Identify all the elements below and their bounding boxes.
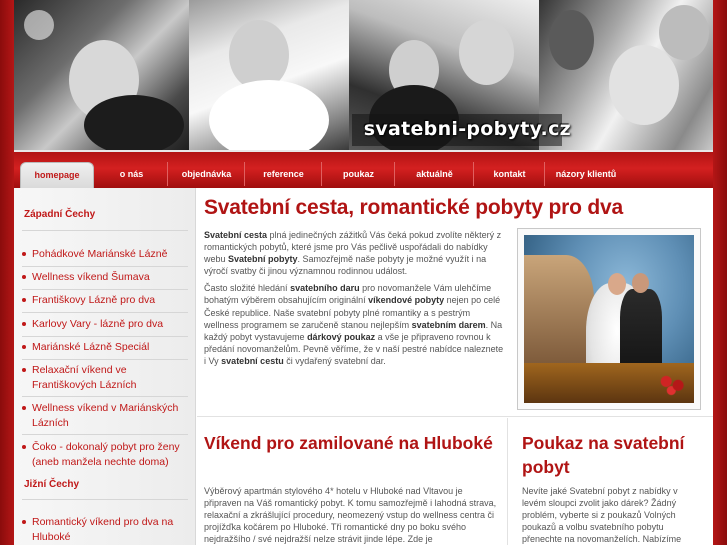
sidebar-item-frantiskovy-lazne[interactable]: Františkovy Lázně pro dva [22, 293, 188, 308]
divider [197, 416, 713, 417]
main-nav: homepage o nás objednávka reference pouk… [14, 150, 713, 190]
sidebar-heading-west: Západní Čechy [24, 209, 96, 220]
main-content: Svatební cesta, romantické pobyty pro dv… [197, 188, 713, 545]
divider [22, 359, 188, 360]
intro-text-span: či vydařený svatební dar. [283, 355, 386, 366]
intro-paragraph-1: Svatební cesta plná jedinečných zážitků … [204, 229, 506, 277]
divider [22, 499, 188, 500]
section-text-hluboka: Výběrový apartmán stylového 4* hotelu v … [204, 486, 497, 545]
nav-reference[interactable]: reference [246, 162, 322, 186]
sidebar-item-coko[interactable]: Čoko - dokonalý pobyt pro ženy (aneb man… [22, 440, 188, 470]
sidebar: Západní Čechy Pohádkové Mariánské Lázně … [14, 188, 196, 545]
section-title-poukaz[interactable]: Poukaz na svatební pobyt [522, 431, 702, 479]
bullet-icon [22, 445, 26, 449]
wedding-couple-photo [517, 228, 701, 410]
header-photo-groom-confetti [14, 0, 189, 150]
intro-bold: víkendové pobyty [368, 295, 445, 306]
bullet-icon [22, 345, 26, 349]
divider [22, 289, 188, 290]
header-photo-bride [189, 0, 349, 150]
intro-bold-svatebni-pobyty: Svatební pobyty [228, 254, 298, 265]
header-banner: svatebni-pobyty.cz [14, 0, 713, 150]
sidebar-item-relaxacni-vikend[interactable]: Relaxační víkend ve Františkových Lázníc… [22, 363, 188, 393]
nav-kontakt[interactable]: kontakt [475, 162, 545, 186]
divider [22, 230, 188, 231]
photo-image [524, 235, 694, 403]
bullet-icon [22, 322, 26, 326]
nav-o-nas[interactable]: o nás [96, 162, 168, 186]
nav-aktualne[interactable]: aktuálně [396, 162, 474, 186]
photo-rock [524, 255, 594, 365]
sidebar-heading-south: Jižní Čechy [24, 479, 80, 490]
divider [22, 312, 188, 313]
photo-roses [656, 371, 690, 397]
sidebar-item-sumava[interactable]: Wellness víkend Šumava [22, 270, 188, 285]
nav-objednavka[interactable]: objednávka [169, 162, 245, 186]
intro-bold: svatebního daru [290, 283, 360, 294]
sidebar-item-marianske-lazne[interactable]: Pohádkové Mariánské Lázně [22, 247, 188, 262]
nav-nazory-klientu[interactable]: názory klientů [546, 162, 626, 186]
divider [22, 434, 188, 435]
bullet-icon [22, 368, 26, 372]
bullet-icon [22, 520, 26, 524]
section-title-hluboka[interactable]: Víkend pro zamilované na Hluboké [204, 431, 500, 455]
divider [22, 336, 188, 337]
bullet-icon [22, 406, 26, 410]
sidebar-item-karlovy-vary[interactable]: Karlovy Vary - lázně pro dva [22, 317, 188, 332]
intro-paragraph-2: Často složité hledání svatebního daru pr… [204, 282, 506, 367]
nav-poukaz[interactable]: poukaz [323, 162, 395, 186]
sidebar-item-wellness-marianske[interactable]: Wellness víkend v Mariánských Lázních [22, 401, 188, 431]
intro-text: Svatební cesta plná jedinečných zážitků … [204, 229, 506, 372]
page-title: Svatební cesta, romantické pobyty pro dv… [204, 196, 623, 219]
page-frame: svatebni-pobyty.cz homepage o nás objedn… [0, 0, 727, 545]
intro-bold: svatební cestu [221, 355, 284, 366]
nav-homepage[interactable]: homepage [20, 162, 94, 190]
bullet-icon [22, 298, 26, 302]
divider [22, 266, 188, 267]
section-text-poukaz: Nevíte jaké Svatební pobyt z nabídky v l… [522, 486, 682, 545]
sidebar-item-marianske-special[interactable]: Mariánské Lázně Speciál [22, 340, 188, 355]
photo-bride-head [608, 273, 626, 295]
bullet-icon [22, 275, 26, 279]
intro-bold-svatebni-cesta: Svatební cesta [204, 230, 268, 240]
photo-groom-head [632, 273, 649, 293]
intro-bold: svatebním darem [411, 319, 486, 330]
divider [22, 396, 188, 397]
intro-text-span: Často složité hledání [204, 283, 291, 294]
bullet-icon [22, 252, 26, 256]
intro-bold: dárkový poukaz [307, 331, 376, 342]
divider [507, 418, 508, 545]
site-title[interactable]: svatebni-pobyty.cz [364, 118, 571, 140]
sidebar-item-hluboka[interactable]: Romantický víkend pro dva na Hluboké [22, 515, 188, 545]
